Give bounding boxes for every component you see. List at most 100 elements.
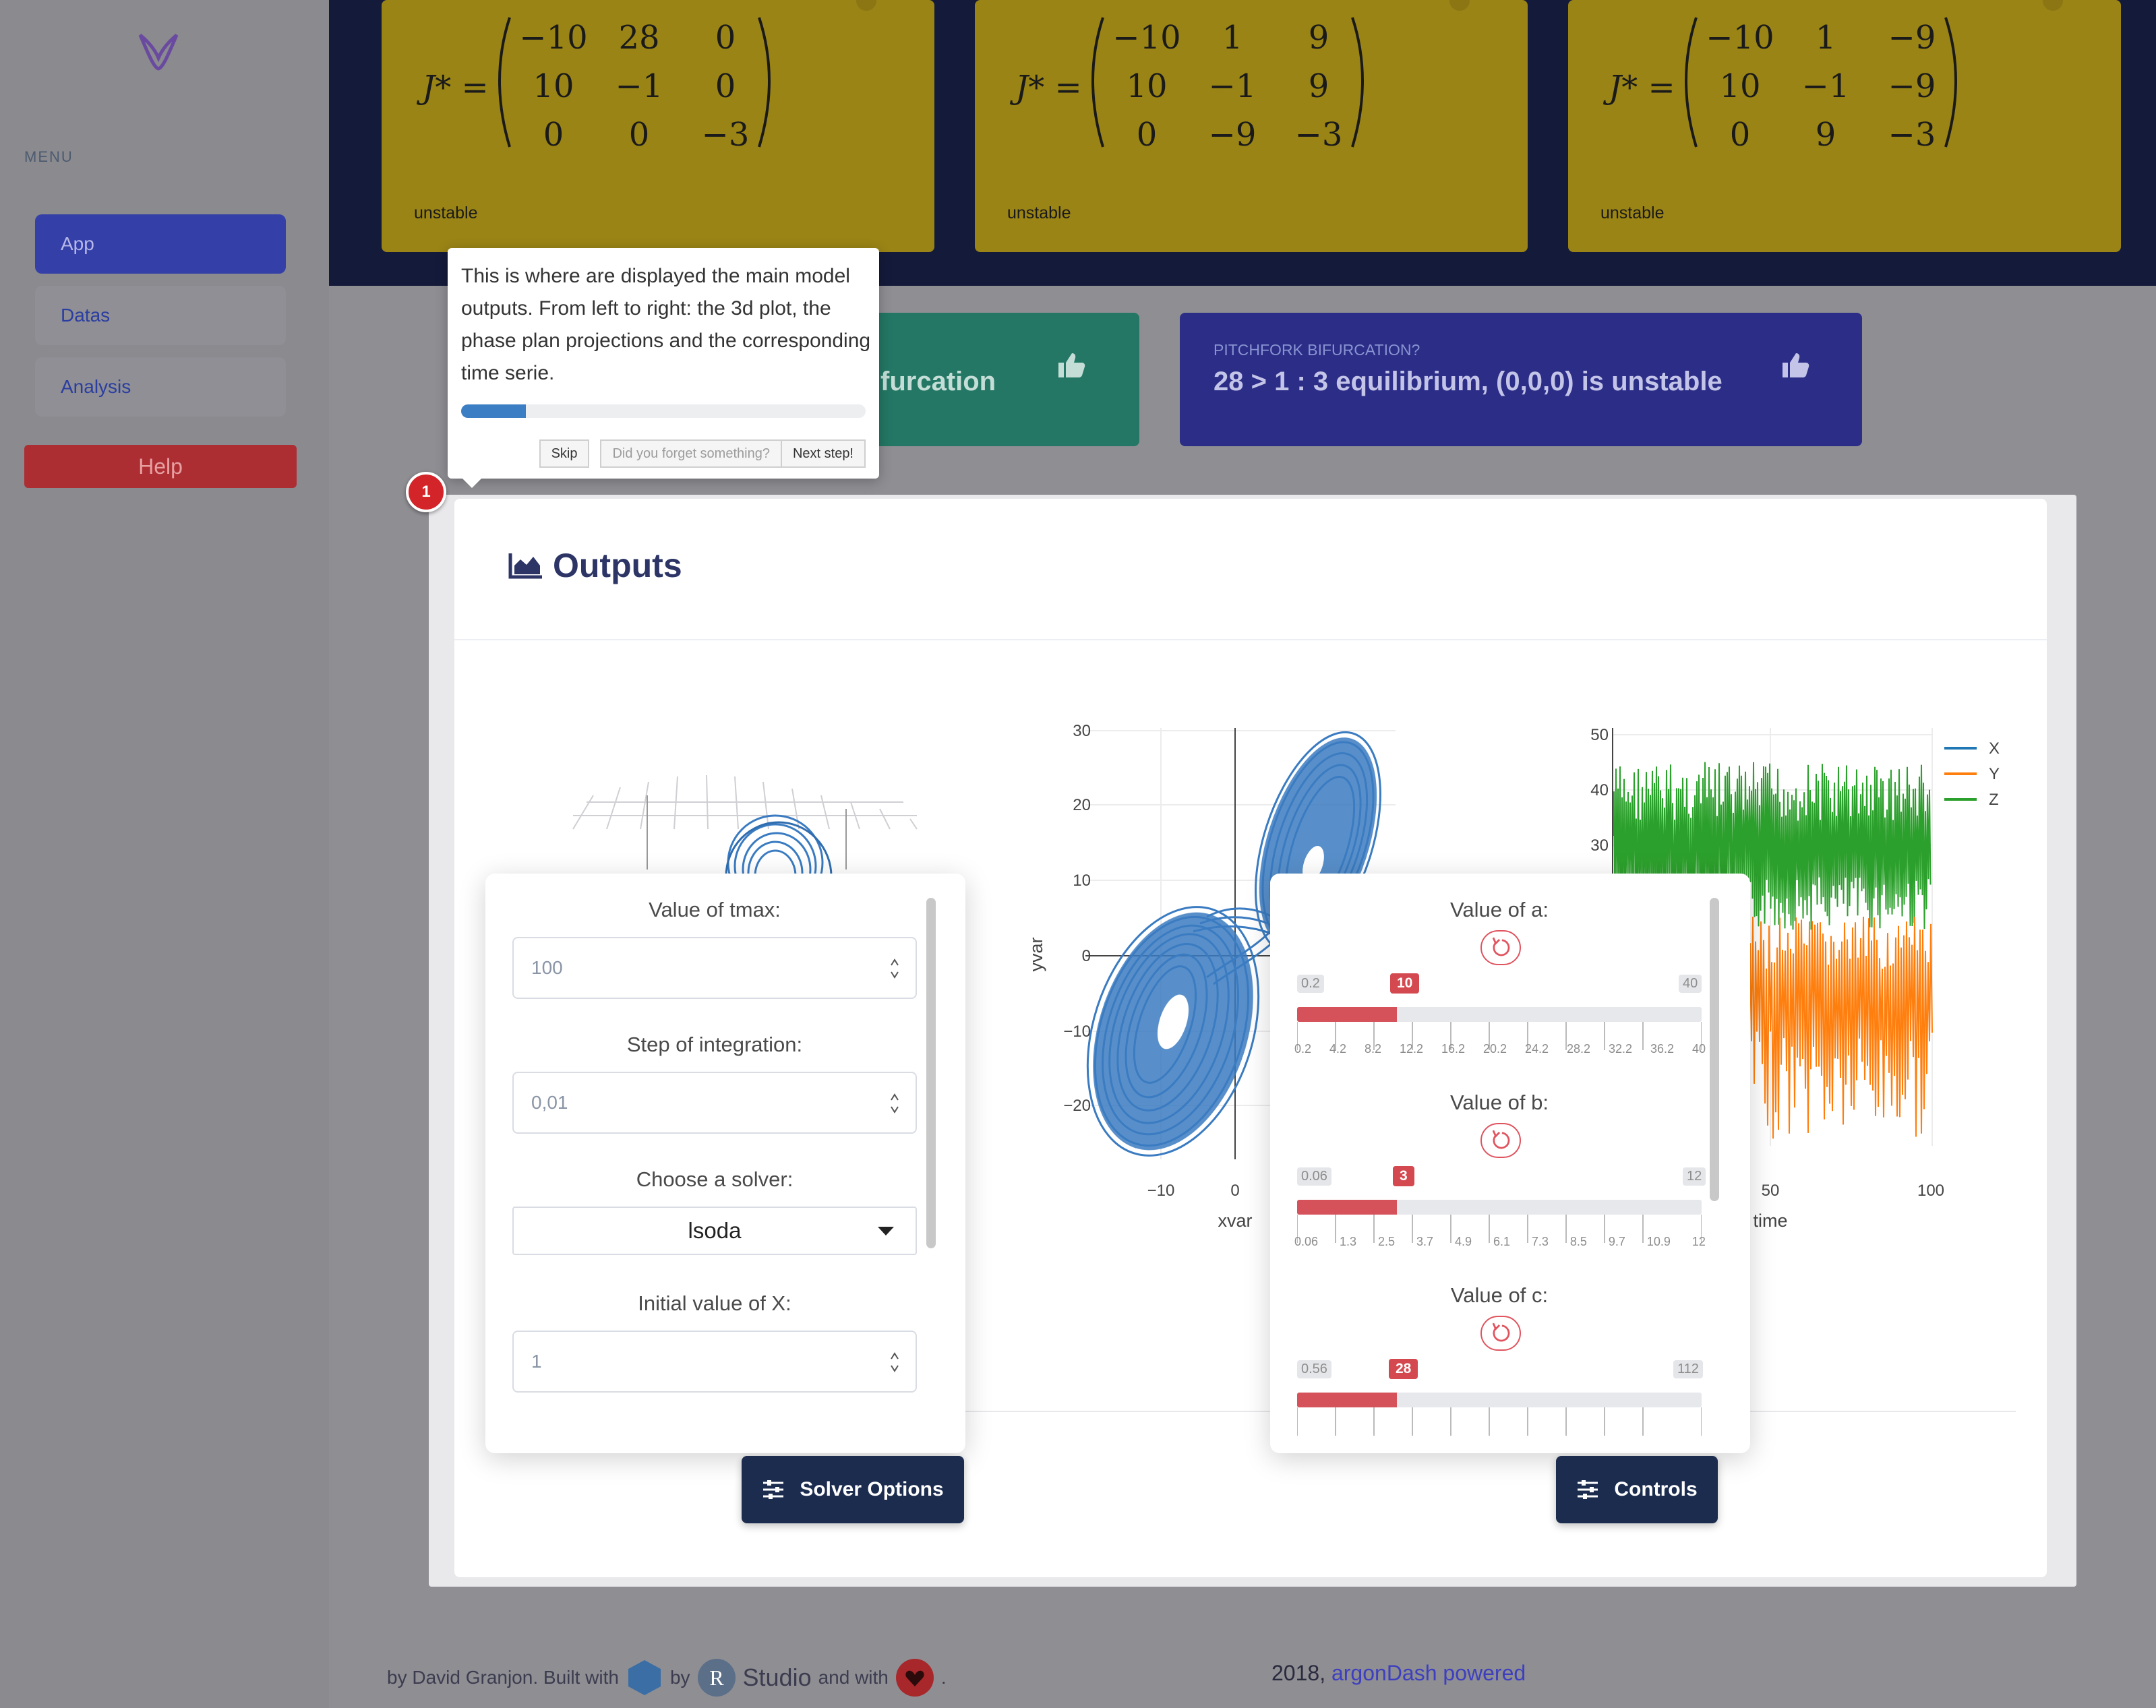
stability-status: unstable (414, 204, 478, 222)
panel-scrollbar[interactable] (1710, 898, 1719, 1201)
matrix-cell: 10 (1719, 67, 1760, 105)
matrix-cell: 1 (1816, 19, 1836, 57)
tick-label: 12.2 (1399, 1042, 1423, 1056)
matrix-cell: 1 (1222, 19, 1243, 57)
help-button[interactable]: Help (24, 445, 297, 488)
matrix-cell: −9 (1209, 116, 1257, 154)
footer-studio: Studio (742, 1664, 812, 1691)
tick-label: 9.7 (1608, 1235, 1625, 1248)
matrix-cell: −1 (616, 67, 663, 105)
jacobian-symbol: J* = (416, 69, 489, 106)
solver-options-label: Solver Options (800, 1478, 944, 1500)
argondash-link[interactable]: argonDash powered (1331, 1661, 1526, 1685)
matrix-cell: −9 (1888, 19, 1936, 57)
reset-a-icon[interactable] (1480, 930, 1521, 965)
slider-c-fill (1297, 1393, 1397, 1407)
matrix-cell: 0 (715, 19, 736, 57)
matrix-cell: −10 (1112, 19, 1180, 57)
tick-label: 16.2 (1441, 1042, 1465, 1056)
step-value: 0,01 (531, 1092, 568, 1113)
x0-input[interactable]: 1 (512, 1331, 917, 1393)
tick-label: 7.3 (1531, 1235, 1549, 1248)
matrix-cell: −1 (1802, 67, 1850, 105)
outputs-title: Outputs (508, 546, 682, 585)
slider-b-track[interactable] (1297, 1200, 1702, 1215)
matrix-cell: 0 (1730, 116, 1751, 154)
slider-a-track[interactable] (1297, 1007, 1702, 1022)
tick-label: 40 (1691, 1042, 1706, 1056)
jacobian-symbol: J* = (1009, 69, 1082, 106)
tick-label: 24.2 (1524, 1042, 1549, 1056)
matrix-cell: 28 (618, 19, 659, 57)
slider-b-label: Value of b: (1450, 1091, 1549, 1114)
stepper-icon[interactable] (890, 957, 899, 980)
step-input[interactable]: 0,01 (512, 1072, 917, 1134)
step-label: Step of integration: (626, 1033, 803, 1056)
slider-b-max: 12 (1683, 1167, 1706, 1186)
tick-label: 8.5 (1569, 1235, 1587, 1248)
tick-label: 2.5 (1377, 1235, 1396, 1248)
slider-a-label: Value of a: (1450, 898, 1549, 921)
reset-b-icon[interactable] (1480, 1123, 1521, 1158)
menu-title: MENU (24, 148, 73, 165)
tour-skip-button[interactable]: Skip (539, 439, 590, 468)
bifurcation-card-purple: PITCHFORK BIFURCATION? 28 > 1 : 3 equili… (1180, 313, 1862, 446)
footer-credits: by David Granjon. Built with by R Studio… (387, 1658, 947, 1697)
tick-label: 28.2 (1566, 1042, 1590, 1056)
slider-c-track[interactable] (1297, 1393, 1702, 1407)
x0-label: Initial value of X: (638, 1291, 791, 1315)
tour-next-button[interactable]: Next step! (781, 439, 866, 468)
sidebar-item-app[interactable]: App (35, 214, 286, 274)
thumbs-up-icon (1783, 353, 1809, 377)
matrix-cell: 10 (533, 67, 574, 105)
slider-c-ticks (1297, 1407, 1702, 1436)
stability-status: unstable (1007, 204, 1071, 222)
bifurcation-subtitle: PITCHFORK BIFURCATION? (1214, 341, 1420, 359)
stepper-icon[interactable] (890, 1351, 899, 1374)
matrix-cell: 9 (1309, 67, 1329, 105)
tour-progress-fill (461, 404, 526, 418)
slider-a-min: 0.2 (1297, 975, 1324, 993)
x0-value: 1 (531, 1351, 542, 1372)
tick-label: 1.3 (1340, 1235, 1357, 1248)
reset-c-icon[interactable] (1480, 1316, 1521, 1351)
controls-button[interactable]: Controls (1556, 1456, 1718, 1523)
slider-a-fill (1297, 1007, 1397, 1022)
divider (454, 639, 2047, 640)
solver-select[interactable]: lsoda (512, 1207, 917, 1255)
area-chart-icon (508, 553, 542, 579)
panel-scrollbar[interactable] (926, 898, 936, 1248)
matrix-cell: −3 (1295, 116, 1343, 154)
solver-selected-value: lsoda (688, 1218, 742, 1243)
sliders-icon (763, 1480, 784, 1499)
outputs-title-text: Outputs (553, 547, 682, 584)
tick-label: 4.2 (1329, 1042, 1347, 1056)
sidebar-item-datas[interactable]: Datas (35, 286, 286, 345)
tmax-value: 100 (531, 957, 563, 978)
card-dot-icon (856, 0, 876, 11)
tour-step-badge: 1 (406, 472, 446, 512)
sidebar-item-analysis[interactable]: Analysis (35, 357, 286, 417)
tmax-input[interactable]: 100 (512, 937, 917, 999)
footer-year: 2018, (1271, 1661, 1326, 1685)
matrix-cell: −10 (1706, 19, 1774, 57)
stepper-icon[interactable] (890, 1092, 899, 1115)
matrix-cell: −9 (1888, 67, 1936, 105)
stability-status: unstable (1600, 204, 1665, 222)
tick-label: 0.06 (1294, 1235, 1319, 1248)
jacobian-matrix-3: J* = −10 1 −9 10 −1 −9 0 9 −3 (1603, 17, 1957, 154)
matrix-cell: −1 (1209, 67, 1257, 105)
tick-label: 36.2 (1650, 1042, 1674, 1056)
jacobian-card-2: J* = −10 1 9 10 −1 9 0 −9 −3 unstable (975, 0, 1528, 252)
header-band: J* = −10 28 0 10 −1 0 0 0 −3 unstable J*… (329, 0, 2156, 286)
brand-logo-icon (138, 34, 179, 71)
tour-previous-button[interactable]: Did you forget something? (600, 439, 782, 468)
slider-b-tick-labels: 0.06 1.3 2.5 3.7 4.9 6.1 7.3 8.5 9.7 10.… (1294, 1235, 1706, 1249)
svg-text:R: R (709, 1666, 724, 1690)
matrix-cell: 9 (1816, 116, 1836, 154)
jacobian-card-1: J* = −10 28 0 10 −1 0 0 0 −3 unstable (382, 0, 934, 252)
solver-options-button[interactable]: Solver Options (742, 1456, 964, 1523)
bifurcation-text: furcation (880, 367, 996, 396)
matrix-cell: 0 (1137, 116, 1158, 154)
tour-buttons: Skip Did you forget something? Next step… (539, 439, 866, 468)
